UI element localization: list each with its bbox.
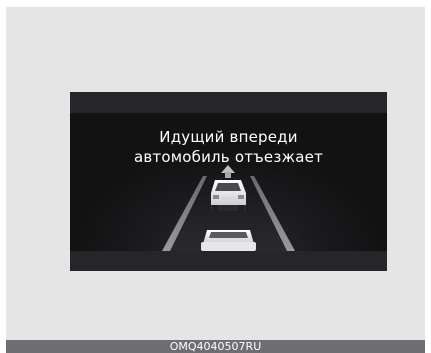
message-line-1: Идущий впереди [159, 128, 298, 146]
image-code-caption: OMQ4040507RU [6, 340, 425, 353]
message-line-2: автомобиль отъезжает [133, 148, 324, 166]
cluster-display: Идущий впереди автомобиль отъезжает [70, 92, 387, 271]
lead-vehicle-icon [211, 180, 246, 211]
warning-message: Идущий впереди автомобиль отъезжает [70, 127, 387, 167]
road-scene [162, 165, 295, 251]
own-vehicle-icon [201, 230, 256, 251]
illustration-panel: Идущий впереди автомобиль отъезжает [6, 7, 425, 340]
